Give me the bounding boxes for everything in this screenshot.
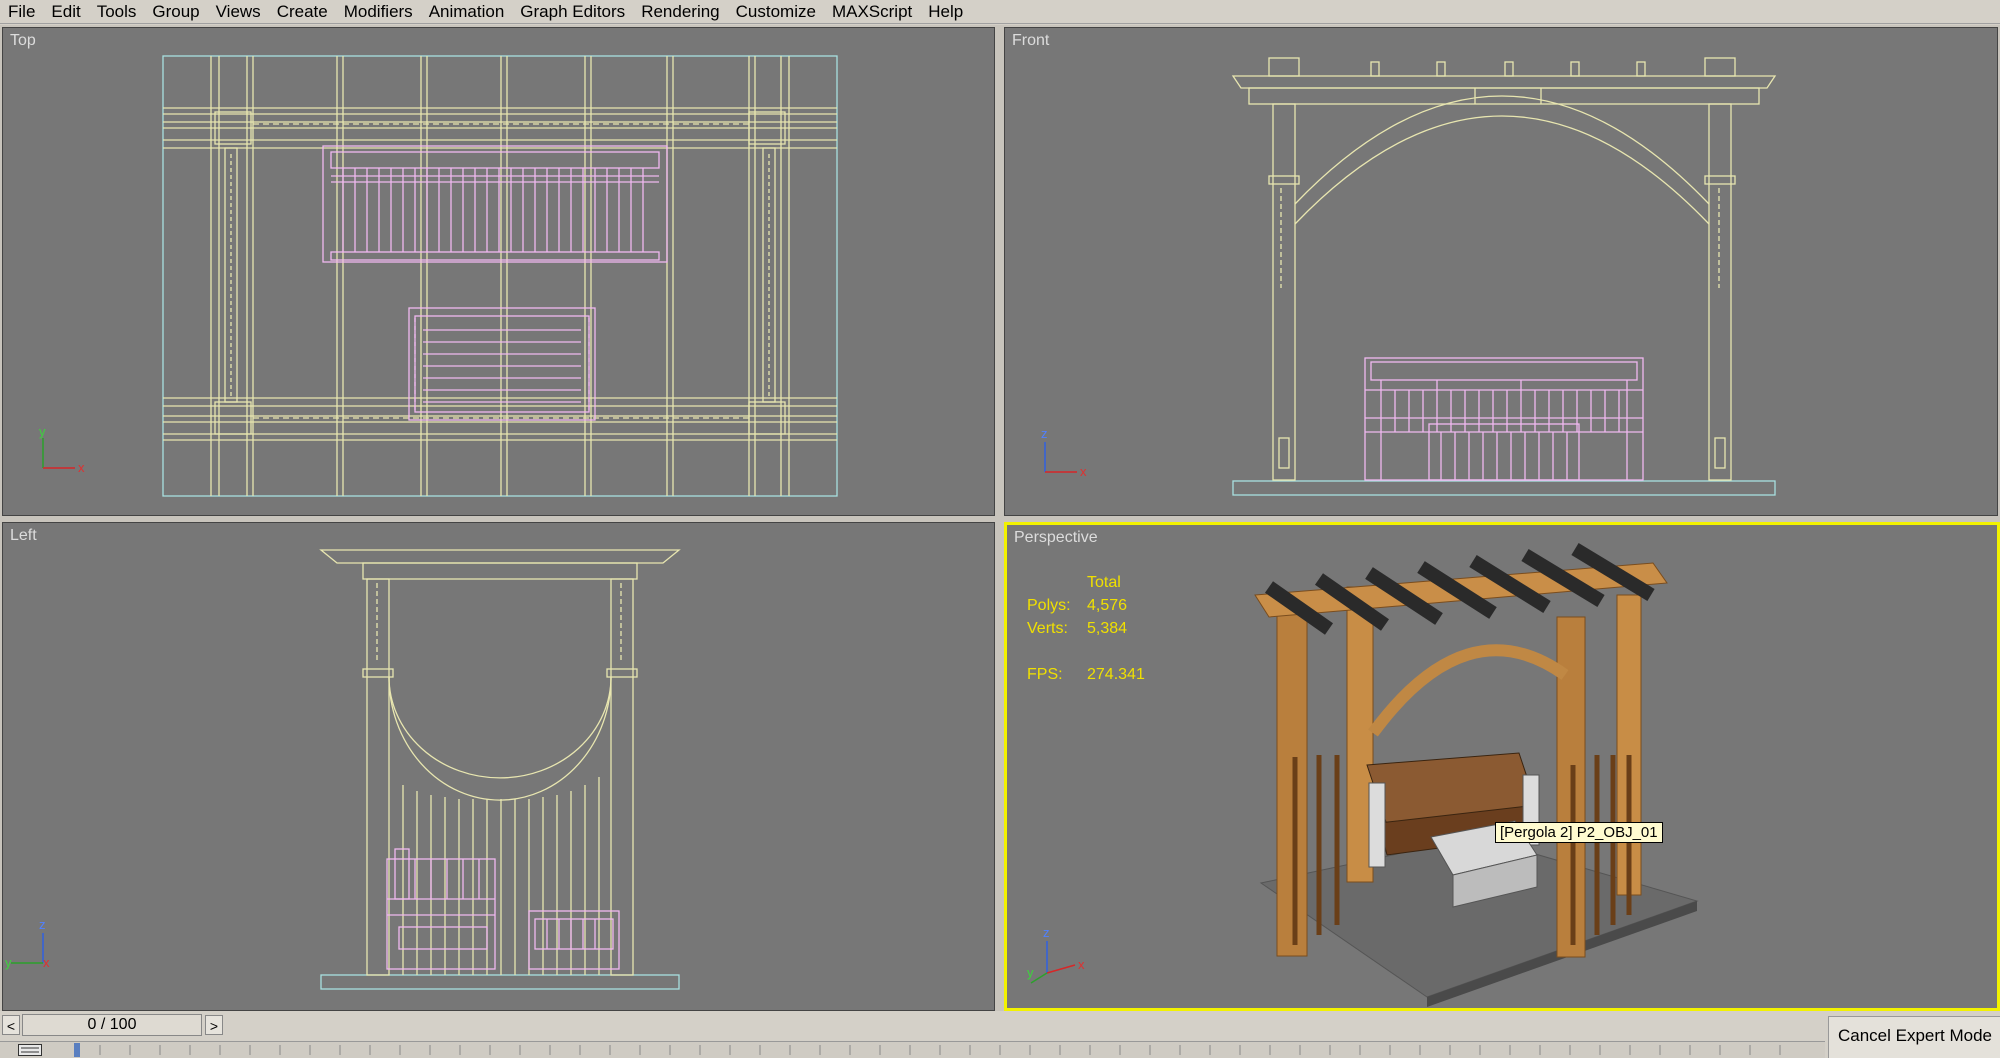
top-wireframe (42, 55, 838, 497)
axis-label-z-perspective: z (1043, 925, 1050, 940)
menu-views[interactable]: Views (208, 0, 269, 23)
stats-fps-label: FPS: (1027, 666, 1063, 683)
axis-label-y-top: y (39, 424, 46, 439)
viewport-left[interactable]: Left z y x (2, 522, 995, 1011)
next-frame-button[interactable]: > (205, 1015, 223, 1035)
axis-label-y-perspective: y (1027, 965, 1034, 980)
menu-create[interactable]: Create (269, 0, 336, 23)
menu-edit[interactable]: Edit (43, 0, 88, 23)
axis-label-y-left: y (5, 955, 12, 970)
stats-total-header: Total (1087, 574, 1121, 591)
stats-verts-label: Verts: (1027, 620, 1068, 637)
time-slider-bar: < 0 / 100 > (0, 1013, 1000, 1037)
axis-label-z-left: z (39, 917, 46, 932)
axis-label-x-perspective: x (1078, 957, 1085, 972)
stats-polys-label: Polys: (1027, 597, 1071, 614)
viewport-perspective[interactable]: Perspective Total Polys: 4,576 Verts: 5,38… (1004, 522, 2000, 1011)
front-wireframe (1044, 57, 1777, 496)
axis-label-x-front: x (1080, 464, 1087, 479)
viewport-front[interactable]: Front z x (1004, 27, 1998, 516)
perspective-render (1254, 543, 1699, 1007)
menu-tools[interactable]: Tools (89, 0, 145, 23)
menu-help[interactable]: Help (920, 0, 971, 23)
menu-animation[interactable]: Animation (421, 0, 513, 23)
menu-graph-editors[interactable]: Graph Editors (512, 0, 633, 23)
time-slider[interactable]: 0 / 100 (22, 1014, 202, 1036)
menu-bar: File Edit Tools Group Views Create Modif… (0, 0, 2000, 24)
statistics-overlay: Total Polys: 4,576 Verts: 5,384 FPS: 274.34… (1027, 571, 1145, 686)
viewport-label-front[interactable]: Front (1012, 32, 1049, 50)
viewport-label-left[interactable]: Left (10, 527, 37, 545)
menu-group[interactable]: Group (144, 0, 207, 23)
menu-rendering[interactable]: Rendering (633, 0, 727, 23)
object-tooltip: [Pergola 2] P2_OBJ_01 (1495, 822, 1663, 843)
viewport-top[interactable]: Top y x (2, 27, 995, 516)
menu-modifiers[interactable]: Modifiers (336, 0, 421, 23)
viewport-area: Top y x Front z x Left z y x Perspective… (0, 25, 2000, 1011)
frame-counter: 0 / 100 (87, 1016, 137, 1033)
axis-label-x-left: x (43, 955, 50, 970)
viewport-label-top[interactable]: Top (10, 32, 36, 50)
prev-frame-button[interactable]: < (2, 1015, 20, 1035)
track-bar-icon[interactable] (18, 1044, 42, 1056)
axis-tripod-front (1044, 442, 1077, 473)
axis-tripod-top (42, 438, 75, 469)
viewport-label-perspective[interactable]: Perspective (1014, 529, 1098, 547)
axis-tripod-left (11, 933, 44, 964)
menu-file[interactable]: File (0, 0, 43, 23)
menu-maxscript[interactable]: MAXScript (824, 0, 920, 23)
left-wireframe (11, 549, 681, 990)
cancel-expert-mode-button[interactable]: Cancel Expert Mode (1828, 1016, 2000, 1058)
track-bar-ticks (74, 1043, 1781, 1057)
menu-customize[interactable]: Customize (728, 0, 824, 23)
stats-fps-value: 274.341 (1087, 666, 1145, 683)
axis-label-z-front: z (1041, 426, 1048, 441)
axis-label-x-top: x (78, 460, 85, 475)
stats-polys-value: 4,576 (1087, 597, 1128, 614)
stats-verts-value: 5,384 (1087, 620, 1128, 637)
